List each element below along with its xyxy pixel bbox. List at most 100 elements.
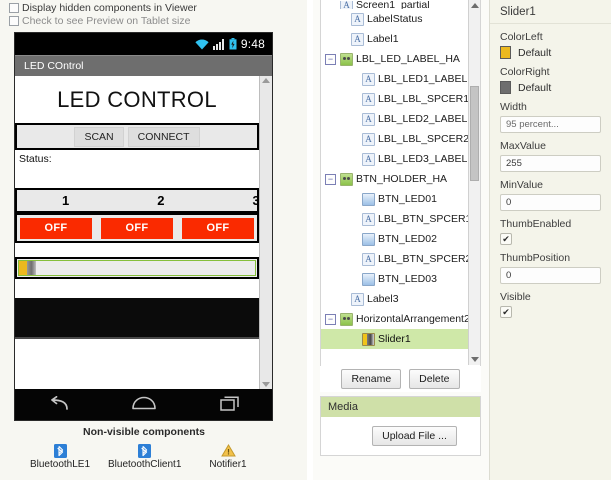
tree-node[interactable]: A LBL_LED2_LABEL xyxy=(321,109,468,129)
tree-node[interactable]: A LBL_BTN_SPCER1 xyxy=(321,209,468,229)
tree-toggle-placeholder xyxy=(336,294,347,305)
screen-body: LED CONTROL SCAN CONNECT Status: 1 2 3 O… xyxy=(15,76,272,389)
scroll-up-arrow-icon[interactable] xyxy=(262,78,270,83)
led-number-1: 1 xyxy=(62,193,70,208)
tree-toggle-placeholder xyxy=(347,94,358,105)
tree-collapse-toggle-icon[interactable]: − xyxy=(325,53,336,65)
property-input[interactable]: 255 xyxy=(500,155,601,172)
property-thumbposition: ThumbPosition 0 xyxy=(490,252,611,284)
screen-scrollbar[interactable] xyxy=(259,76,272,389)
tree-node-label: Label3 xyxy=(367,293,399,305)
tree-node[interactable]: A LabelStatus xyxy=(321,9,468,29)
property-color-row[interactable]: Default xyxy=(500,46,601,59)
scan-button[interactable]: SCAN xyxy=(74,126,124,147)
led3-off-button[interactable]: OFF xyxy=(182,217,254,239)
non-visible-component-bluetoothclient1[interactable]: BluetoothClient1 xyxy=(108,442,181,470)
tree-node[interactable]: A LBL_LBL_SPCER2 xyxy=(321,129,468,149)
property-input[interactable]: 95 percent... xyxy=(500,116,601,133)
tree-node[interactable]: BTN_LED02 xyxy=(321,229,468,249)
slider-widget[interactable] xyxy=(18,260,256,276)
slider-icon xyxy=(362,332,375,346)
tree-node-label: LBL_LED2_LABEL xyxy=(378,113,468,125)
tree-scroll-down-icon[interactable] xyxy=(471,357,479,362)
non-visible-label: Notifier1 xyxy=(209,459,247,470)
slider-thumb[interactable] xyxy=(27,261,36,275)
bottom-strip xyxy=(0,480,611,500)
led1-off-button[interactable]: OFF xyxy=(20,217,92,239)
tree-node[interactable]: BTN_LED01 xyxy=(321,189,468,209)
tree-node[interactable]: A LBL_BTN_SPCER2 xyxy=(321,249,468,269)
tree-node[interactable]: BTN_LED03 xyxy=(321,269,468,289)
color-swatch[interactable] xyxy=(500,46,511,59)
media-panel: Media Upload File ... xyxy=(320,396,481,456)
tree-toggle-placeholder xyxy=(347,114,358,125)
tree-vertical-scrollbar[interactable] xyxy=(468,0,480,365)
properties-list: ColorLeft Default ColorRight Default Width 95… xyxy=(490,31,611,318)
led2-off-button[interactable]: OFF xyxy=(101,217,173,239)
tree-node-selected[interactable]: Slider1 xyxy=(321,329,468,349)
display-hidden-components-checkbox[interactable] xyxy=(9,3,19,13)
non-visible-label: BluetoothLE1 xyxy=(29,459,91,470)
property-visible: Visible ✔ xyxy=(490,291,611,318)
upload-file-button[interactable]: Upload File ... xyxy=(372,426,457,446)
components-tree-panel: A Screen1_partial A LabelStatus A Label1 − LBL_… xyxy=(320,0,481,392)
tree-node[interactable]: A LBL_LED1_LABEL xyxy=(321,69,468,89)
tree-node-label: LBL_LED1_LABEL xyxy=(378,73,468,85)
non-visible-component-notifier1[interactable]: Notifier1 xyxy=(192,442,264,470)
tree-scroll-up-icon[interactable] xyxy=(471,3,479,8)
property-checkbox[interactable]: ✔ xyxy=(500,233,512,245)
display-hidden-components-row[interactable]: Display hidden components in Viewer xyxy=(0,0,307,14)
property-name: ColorLeft xyxy=(500,31,543,43)
recent-apps-icon[interactable] xyxy=(220,395,240,414)
label-icon: A xyxy=(351,32,364,46)
tree-node[interactable]: A Label1 xyxy=(321,29,468,49)
label-icon: A xyxy=(351,292,364,306)
non-visible-component-bluetoothle1[interactable]: BluetoothLE1 xyxy=(24,442,96,470)
tree-node[interactable]: − LBL_LED_LABEL_HA xyxy=(321,49,468,69)
tree-toggle-placeholder xyxy=(347,214,358,225)
status-label-text: Status: xyxy=(19,153,52,165)
delete-button[interactable]: Delete xyxy=(409,369,460,389)
tree-node[interactable]: A Label3 xyxy=(321,289,468,309)
tree-node-label: LBL_BTN_SPCER2 xyxy=(378,253,468,265)
property-colorleft: ColorLeft Default xyxy=(490,31,611,59)
led-control-heading-text: LED CONTROL xyxy=(57,86,217,112)
tree-vertical-scroll-thumb[interactable] xyxy=(470,86,479,181)
components-tree-list[interactable]: A Screen1_partial A LabelStatus A Label1 − LBL_… xyxy=(321,0,468,365)
property-input[interactable]: 0 xyxy=(500,194,601,211)
tree-toggle-placeholder xyxy=(347,194,358,205)
color-swatch[interactable] xyxy=(500,81,511,94)
property-name: MinValue xyxy=(500,179,543,191)
bluetooth-icon xyxy=(108,442,180,459)
tree-node[interactable]: A LBL_LED3_LABEL xyxy=(321,149,468,169)
back-icon[interactable] xyxy=(47,395,69,414)
home-icon[interactable] xyxy=(132,396,157,413)
led-control-heading: LED CONTROL xyxy=(15,76,259,123)
tree-node-label: HorizontalArrangement2 xyxy=(356,313,468,325)
button-icon xyxy=(362,232,375,246)
tree-node[interactable]: − BTN_HOLDER_HA xyxy=(321,169,468,189)
property-maxvalue: MaxValue 255 xyxy=(490,140,611,172)
property-value: Default xyxy=(518,46,552,59)
tree-node[interactable]: A LBL_LBL_SPCER1 xyxy=(321,89,468,109)
property-color-row[interactable]: Default xyxy=(500,81,601,94)
connect-button[interactable]: CONNECT xyxy=(127,126,200,147)
tree-collapse-toggle-icon[interactable]: − xyxy=(325,313,336,325)
android-navigation-bar xyxy=(15,389,272,420)
scroll-down-arrow-icon[interactable] xyxy=(262,382,270,387)
spacer-label xyxy=(15,243,259,257)
tree-toggle-placeholder xyxy=(347,234,358,245)
property-input[interactable]: 0 xyxy=(500,267,601,284)
tree-node-label: LBL_LED_LABEL_HA xyxy=(356,53,460,65)
tablet-preview-checkbox[interactable] xyxy=(9,16,19,26)
property-checkbox[interactable]: ✔ xyxy=(500,306,512,318)
tree-collapse-toggle-icon[interactable]: − xyxy=(325,173,336,185)
tree-toggle-placeholder xyxy=(336,34,347,45)
tree-node[interactable]: A Screen1_partial xyxy=(321,1,468,9)
tablet-preview-row[interactable]: Check to see Preview on Tablet size xyxy=(0,14,307,28)
tree-node-label: BTN_LED03 xyxy=(378,273,437,285)
label-icon: A xyxy=(362,152,375,166)
empty-screen-region xyxy=(15,339,259,389)
rename-button[interactable]: Rename xyxy=(341,369,402,389)
tree-node[interactable]: − HorizontalArrangement2 xyxy=(321,309,468,329)
